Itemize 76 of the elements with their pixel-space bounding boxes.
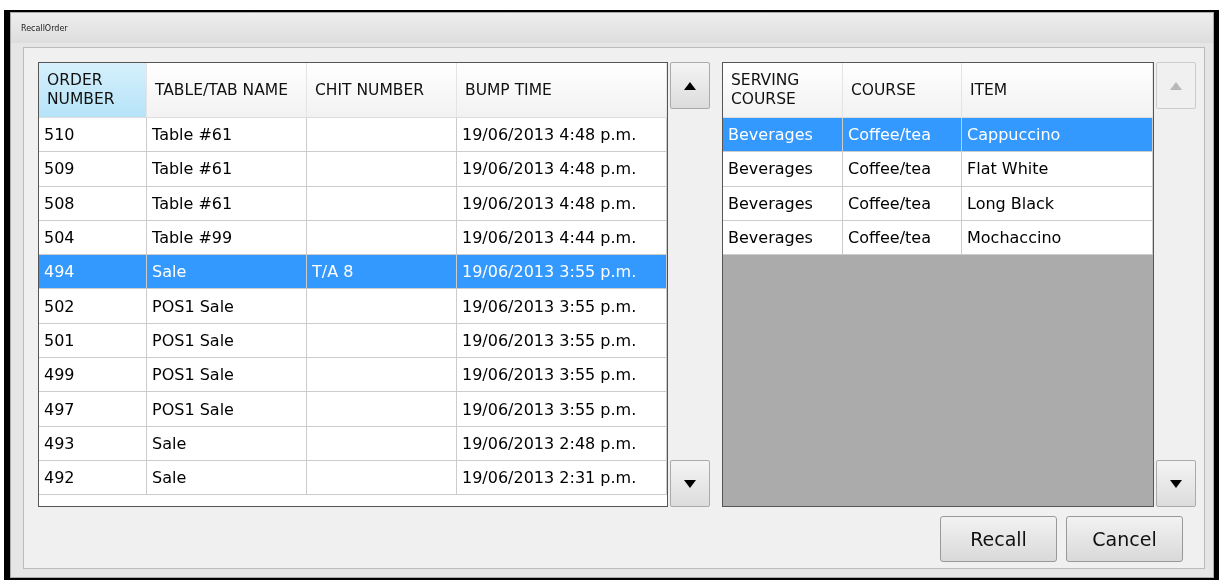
table-cell: 509 bbox=[44, 159, 75, 179]
table-cell: Cappuccino bbox=[967, 125, 1061, 145]
table-cell: 497 bbox=[44, 399, 75, 419]
table-cell: 19/06/2013 3:55 p.m. bbox=[462, 399, 637, 419]
column-header[interactable]: BUMP TIME bbox=[457, 63, 667, 117]
table-cell: Sale bbox=[152, 433, 187, 453]
table-row[interactable]: 510 Table #61 19/06/2013 4:48 p.m. bbox=[39, 118, 667, 153]
table-row[interactable]: 508 Table #61 19/06/2013 4:48 p.m. bbox=[39, 186, 667, 221]
table-cell: T/A 8 bbox=[312, 262, 354, 282]
table-cell: Beverages bbox=[728, 228, 813, 248]
window-title: RecallOrder bbox=[21, 23, 68, 33]
table-cell: Coffee/tea bbox=[848, 193, 931, 213]
dialog-button[interactable]: Cancel bbox=[1066, 516, 1183, 562]
table-cell: 19/06/2013 4:48 p.m. bbox=[462, 159, 637, 179]
table-cell: Sale bbox=[152, 262, 187, 282]
table-cell: Table #61 bbox=[152, 125, 233, 145]
table-cell: POS1 Sale bbox=[152, 365, 234, 385]
table-row[interactable]: Beverages Coffee/tea Long Black bbox=[723, 186, 1153, 221]
table-cell: 19/06/2013 4:48 p.m. bbox=[462, 125, 637, 145]
table-cell: 499 bbox=[44, 365, 75, 385]
table-cell: 19/06/2013 4:44 p.m. bbox=[462, 228, 637, 248]
down-arrow-icon bbox=[683, 478, 697, 489]
table-cell: 504 bbox=[44, 228, 75, 248]
table-row[interactable]: Beverages Coffee/tea Mochaccino bbox=[723, 220, 1153, 256]
table-cell: 501 bbox=[44, 330, 75, 350]
table-cell: Sale bbox=[152, 468, 187, 488]
table-row[interactable]: 504 Table #99 19/06/2013 4:44 p.m. bbox=[39, 220, 667, 256]
table-cell: Coffee/tea bbox=[848, 125, 931, 145]
table-cell: Table #61 bbox=[152, 159, 233, 179]
column-header[interactable]: TABLE/TAB NAME bbox=[147, 63, 307, 117]
table-cell: 493 bbox=[44, 433, 75, 453]
table-row[interactable]: 492 Sale 19/06/2013 2:31 p.m. bbox=[39, 460, 667, 496]
table-row[interactable]: 509 Table #61 19/06/2013 4:48 p.m. bbox=[39, 152, 667, 187]
table-row[interactable]: 501 POS1 Sale 19/06/2013 3:55 p.m. bbox=[39, 323, 667, 359]
table-row[interactable]: 493 Sale 19/06/2013 2:48 p.m. bbox=[39, 426, 667, 461]
table-cell: Beverages bbox=[728, 159, 813, 179]
table-row[interactable]: Beverages Coffee/tea Flat White bbox=[723, 152, 1153, 187]
table-cell: POS1 Sale bbox=[152, 399, 234, 419]
table-cell: Table #61 bbox=[152, 193, 233, 213]
table-cell: 494 bbox=[44, 262, 75, 282]
table-row[interactable]: 499 POS1 Sale 19/06/2013 3:55 p.m. bbox=[39, 358, 667, 393]
column-header[interactable]: ORDER NUMBER bbox=[39, 63, 147, 117]
table-cell: Beverages bbox=[728, 193, 813, 213]
table-cell: 508 bbox=[44, 193, 75, 213]
table-cell: 19/06/2013 3:55 p.m. bbox=[462, 296, 637, 316]
table-cell: 19/06/2013 3:55 p.m. bbox=[462, 330, 637, 350]
table-cell: 492 bbox=[44, 468, 75, 488]
table-cell: 502 bbox=[44, 296, 75, 316]
table-cell: Flat White bbox=[967, 159, 1049, 179]
table-cell: Long Black bbox=[967, 193, 1055, 213]
table-cell: POS1 Sale bbox=[152, 296, 234, 316]
table-cell: POS1 Sale bbox=[152, 330, 234, 350]
down-arrow-icon bbox=[1169, 478, 1183, 489]
table-cell: Table #99 bbox=[152, 228, 233, 248]
dialog-button[interactable]: Recall bbox=[940, 516, 1057, 562]
scroll-down-button[interactable] bbox=[670, 460, 710, 507]
up-arrow-icon bbox=[1169, 80, 1183, 91]
column-header[interactable]: CHIT NUMBER bbox=[307, 63, 457, 117]
table-cell: 19/06/2013 3:55 p.m. bbox=[462, 262, 637, 282]
scroll-down-button[interactable] bbox=[1156, 460, 1196, 507]
column-header[interactable]: COURSE bbox=[843, 63, 962, 117]
column-header[interactable]: ITEM bbox=[962, 63, 1153, 117]
table-cell: 19/06/2013 3:55 p.m. bbox=[462, 365, 637, 385]
table-cell: Mochaccino bbox=[967, 228, 1062, 248]
table-cell: 19/06/2013 2:48 p.m. bbox=[462, 433, 637, 453]
scroll-up-button[interactable] bbox=[670, 62, 710, 109]
table-row[interactable]: 497 POS1 Sale 19/06/2013 3:55 p.m. bbox=[39, 392, 667, 427]
column-header[interactable]: SERVING COURSE bbox=[723, 63, 843, 117]
table-cell: 19/06/2013 2:31 p.m. bbox=[462, 468, 637, 488]
table-cell: 510 bbox=[44, 125, 75, 145]
table-cell: Coffee/tea bbox=[848, 159, 931, 179]
up-arrow-icon bbox=[683, 80, 697, 91]
table-cell: 19/06/2013 4:48 p.m. bbox=[462, 193, 637, 213]
table-cell: Beverages bbox=[728, 125, 813, 145]
table-cell: Coffee/tea bbox=[848, 228, 931, 248]
table-row[interactable]: 502 POS1 Sale 19/06/2013 3:55 p.m. bbox=[39, 289, 667, 324]
